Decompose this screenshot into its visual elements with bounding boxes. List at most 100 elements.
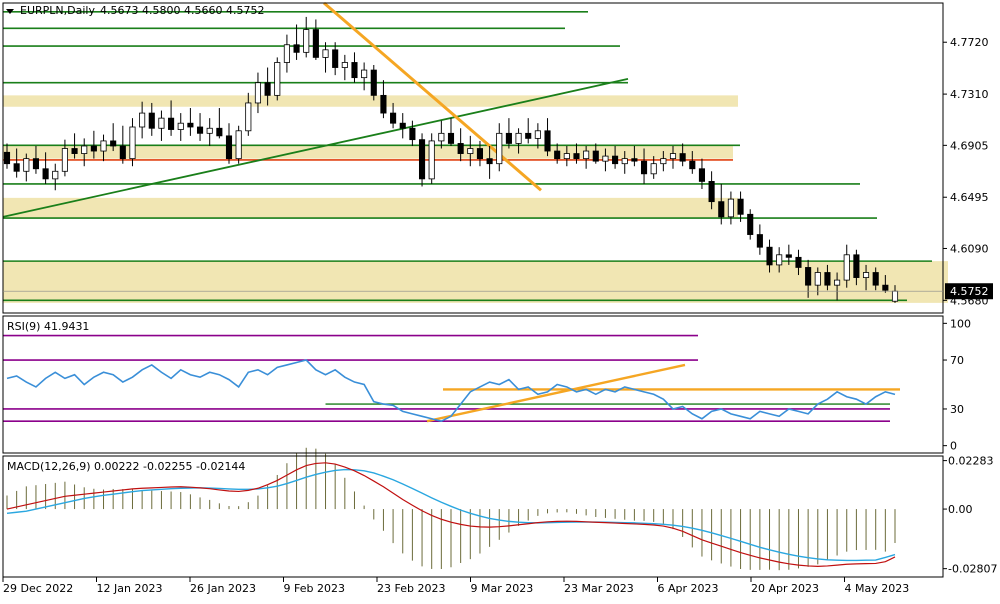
macd-tick-label: 0.02283 — [948, 455, 994, 468]
time-tick-label: 6 Apr 2023 — [658, 582, 719, 595]
macd-tick-label: -0.02807 — [948, 563, 997, 576]
price-header-symbol: EURPLN,Daily — [20, 4, 95, 17]
candle-body — [737, 198, 744, 215]
candle-body — [776, 254, 783, 266]
price-tick-label: 4.6905 — [950, 139, 989, 152]
candle-body — [129, 126, 136, 160]
candle-body — [862, 272, 870, 278]
candle-body — [148, 112, 155, 129]
candle-body — [3, 151, 11, 165]
time-tick-label: 26 Jan 2023 — [190, 582, 256, 595]
candle-body — [563, 153, 570, 160]
candle-body — [872, 272, 879, 286]
candle-body — [168, 117, 175, 130]
time-tick-label: 20 Apr 2023 — [751, 582, 819, 595]
candle-body — [312, 29, 319, 58]
candle-body — [785, 254, 792, 258]
candle-body — [264, 82, 271, 96]
time-tick-label: 9 Feb 2023 — [284, 582, 345, 595]
rsi-tick-label: 30 — [950, 403, 964, 416]
candle-body — [640, 160, 648, 175]
rsi-tick-label: 100 — [950, 317, 971, 330]
candle-body — [370, 69, 377, 96]
candle-body — [805, 267, 812, 286]
candle-body — [438, 132, 445, 142]
rsi-tick-label: 0 — [950, 440, 957, 453]
candle-body — [380, 94, 387, 114]
candle-body — [332, 49, 339, 68]
candle-body — [52, 170, 59, 180]
candle-body — [583, 150, 590, 160]
candle-body — [467, 148, 474, 154]
candle-body — [177, 122, 184, 130]
candle-body — [187, 122, 194, 128]
price-header-ohlc: 4.5673 4.5800 4.5660 4.5752 — [100, 4, 264, 17]
candle-body — [100, 140, 107, 152]
candle-body — [660, 158, 667, 165]
candle-body — [882, 284, 889, 291]
candle-body — [515, 132, 522, 144]
candle-body — [283, 44, 290, 63]
macd-tick-label: 0.00 — [948, 503, 973, 516]
candle-body — [409, 127, 416, 141]
price-zone — [3, 145, 733, 159]
candle-body — [486, 158, 493, 165]
time-tick-label: 4 May 2023 — [845, 582, 910, 595]
candle-body — [42, 168, 49, 180]
candle-body — [834, 279, 841, 286]
candle-body — [110, 140, 117, 147]
current-price-label: 4.5752 — [950, 285, 989, 298]
candle-body — [235, 130, 242, 160]
candle-body — [573, 153, 580, 160]
candle-body — [544, 130, 551, 152]
candle-body — [631, 158, 638, 162]
candle-body — [592, 150, 599, 162]
rsi-title: RSI(9) 41.9431 — [7, 320, 89, 333]
candle-body — [689, 160, 696, 170]
candle-body — [621, 158, 628, 165]
candle-body — [139, 112, 146, 128]
candle-body — [525, 132, 532, 139]
chart-root: 4.7720 4.7310 4.6905 4.6495 4.6090 4.5680 4.57… — [0, 0, 1000, 600]
price-zone — [3, 95, 738, 107]
time-tick-label: 9 Mar 2023 — [471, 582, 534, 595]
candle-body — [81, 145, 88, 154]
candle-body — [361, 69, 368, 79]
time-tick-label: 23 Mar 2023 — [564, 582, 634, 595]
candle-body — [399, 122, 406, 129]
candle-body — [254, 82, 262, 104]
candle-body — [32, 158, 40, 170]
candle-body — [390, 112, 397, 124]
candle-body — [795, 256, 802, 268]
rsi-tick-label: 70 — [950, 354, 964, 367]
candle-body — [196, 126, 204, 134]
candle-body — [476, 148, 484, 160]
candle-body — [727, 198, 734, 218]
candle-body — [303, 29, 310, 53]
candle-body — [216, 127, 223, 137]
time-tick-label: 12 Jan 2023 — [97, 582, 163, 595]
candle-body — [853, 254, 860, 278]
candle-body — [766, 246, 773, 266]
candle-body — [824, 272, 831, 286]
candle-body — [418, 139, 426, 180]
candle-body — [23, 158, 30, 172]
candle-body — [496, 132, 503, 165]
candle-body — [206, 127, 213, 134]
chart-svg: 4.77204.73104.69054.64954.60904.56804.57… — [0, 0, 1000, 600]
candle-body — [718, 201, 725, 218]
candle-body — [447, 132, 455, 144]
price-zone — [3, 197, 738, 219]
candle-body — [534, 130, 541, 139]
candle-body — [679, 153, 686, 162]
candle-body — [322, 49, 329, 58]
candle-body — [158, 117, 165, 129]
candle-body — [554, 150, 561, 160]
candle-body — [245, 102, 252, 132]
time-tick-label: 23 Feb 2023 — [377, 582, 445, 595]
candle-body — [650, 163, 657, 175]
candle-body — [708, 181, 715, 203]
candle-body — [756, 234, 763, 248]
candle-body — [90, 145, 97, 152]
price-tick-label: 4.6495 — [950, 191, 989, 204]
